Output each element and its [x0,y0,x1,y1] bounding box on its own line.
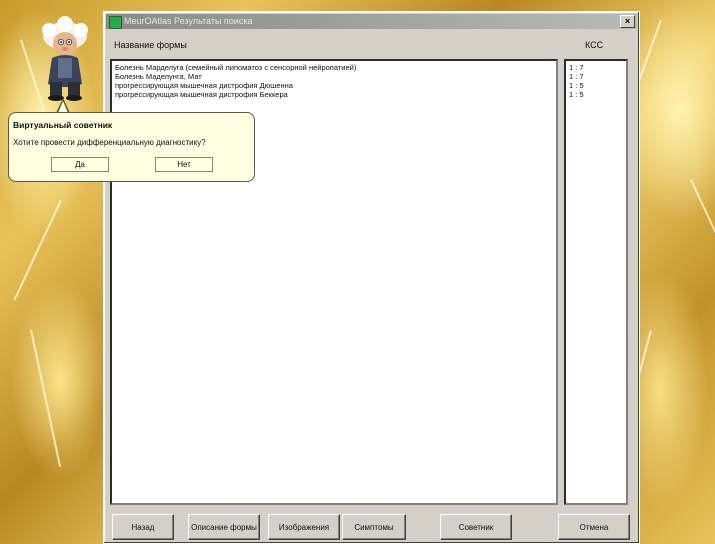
balloon-question: Хотите провести дифференциальную диагнос… [13,138,206,147]
score-item: 1 : 7 [569,72,584,81]
results-dialog: MeurOAtlas Результаты поиска × Название … [103,11,640,544]
app-icon [109,16,122,29]
assistant-balloon: Виртуальный советник Хотите провести диф… [8,112,255,182]
yes-button[interactable]: Да [51,157,109,172]
list-item[interactable]: прогрессирующая мышечная дистрофия Бекке… [115,90,553,99]
score-label: КСС [585,40,604,50]
list-item[interactable]: Болезнь Маделунга, Мат [115,72,553,81]
score-item: 1 : 5 [569,90,584,99]
assistant-avatar[interactable] [36,16,94,102]
score-list[interactable]: 1 : 7 1 : 7 1 : 5 1 : 5 [564,59,628,505]
symptoms-button[interactable]: Симптомы [342,514,406,540]
list-item[interactable]: прогрессирующая мышечная дистрофия Дюшен… [115,81,553,90]
close-button[interactable]: × [620,15,635,28]
no-button[interactable]: Нет [155,157,213,172]
form-name-label: Название формы [114,40,187,50]
description-button[interactable]: Описание формы [188,514,260,540]
list-item[interactable]: Болезнь Марделуга (семейный липоматоз с … [115,63,553,72]
score-item: 1 : 5 [569,81,584,90]
images-button[interactable]: Изображения [268,514,340,540]
window-title: MeurOAtlas Результаты поиска [124,16,253,26]
title-bar: MeurOAtlas Результаты поиска × [106,14,637,29]
advice-button[interactable]: Советник [440,514,512,540]
balloon-title: Виртуальный советник [13,120,113,130]
cancel-button[interactable]: Отмена [558,514,630,540]
back-button[interactable]: Назад [112,514,174,540]
score-item: 1 : 7 [569,63,584,72]
